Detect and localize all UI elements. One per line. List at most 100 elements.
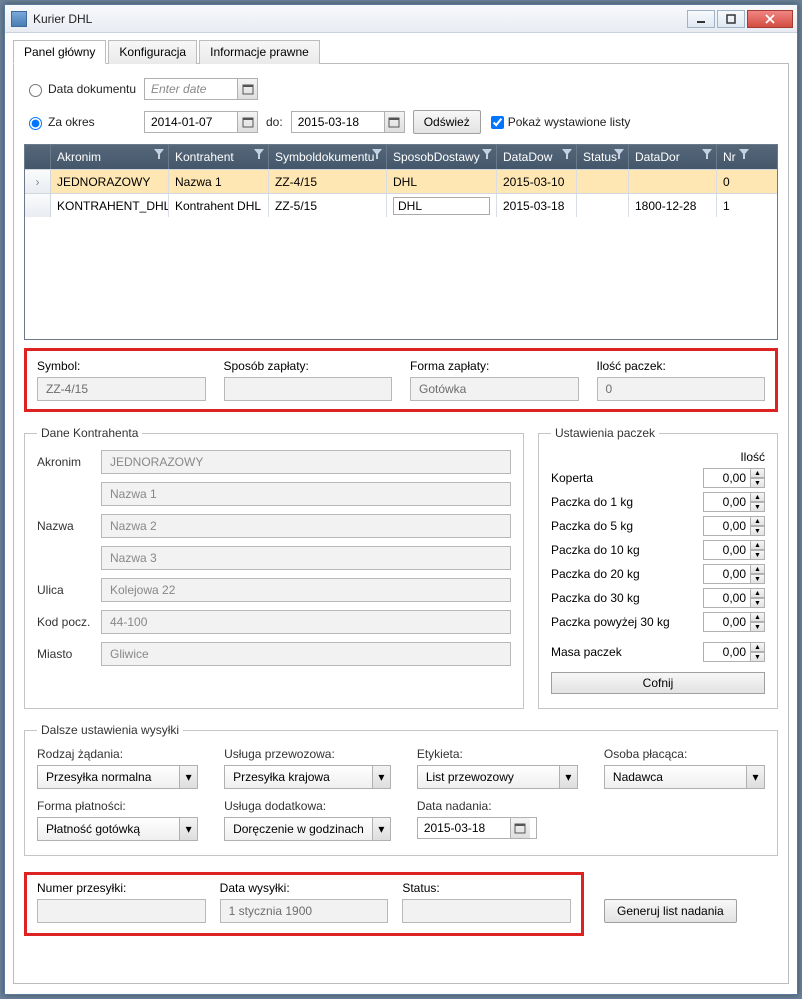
calendar-icon[interactable] — [510, 818, 530, 838]
col-sposob[interactable]: SposobDostawy — [387, 145, 497, 169]
filter-icon[interactable] — [154, 149, 164, 159]
labeltype-label: Etykieta: — [417, 747, 578, 761]
spin-up-icon[interactable]: ▲ — [751, 588, 765, 598]
mass-stepper[interactable]: ▲▼ — [703, 642, 765, 662]
col-kontrahent[interactable]: Kontrahent — [169, 145, 269, 169]
radio-docdate[interactable] — [29, 84, 42, 97]
table-row[interactable]: › JEDNORAZOWY Nazwa 1 ZZ-4/15 DHL 2015-0… — [25, 169, 777, 193]
pkg-item-label: Paczka powyżej 30 kg — [551, 615, 670, 629]
col-datadow[interactable]: DataDow — [497, 145, 577, 169]
reqtype-label: Rodzaj żądania: — [37, 747, 198, 761]
filter-icon[interactable] — [739, 149, 749, 159]
spin-up-icon[interactable]: ▲ — [751, 642, 765, 652]
spin-down-icon[interactable]: ▼ — [751, 652, 765, 662]
shippayform-combo[interactable]: Płatność gotówką▾ — [37, 817, 198, 841]
tab-main[interactable]: Panel główny — [13, 40, 106, 64]
col-datador[interactable]: DataDor — [629, 145, 717, 169]
spin-down-icon[interactable]: ▼ — [751, 526, 765, 536]
shipstatus-label: Status: — [402, 881, 571, 895]
spin-down-icon[interactable]: ▼ — [751, 574, 765, 584]
docdate-input[interactable] — [144, 78, 258, 100]
spin-down-icon[interactable]: ▼ — [751, 550, 765, 560]
close-button[interactable] — [747, 10, 793, 28]
pkg-row: Koperta▲▼ — [551, 468, 765, 488]
pkg-stepper[interactable]: ▲▼ — [703, 588, 765, 608]
filter-icon[interactable] — [614, 149, 624, 159]
filter-icon[interactable] — [562, 149, 572, 159]
labeltype-combo[interactable]: List przewozowy▾ — [417, 765, 578, 789]
packages-fieldset: Ustawienia paczek Ilość Koperta▲▼Paczka … — [538, 426, 778, 709]
chevron-down-icon[interactable]: ▾ — [372, 818, 390, 840]
pkg-stepper[interactable]: ▲▼ — [703, 540, 765, 560]
tab-legal[interactable]: Informacje prawne — [199, 40, 320, 64]
docdate-field[interactable] — [145, 79, 237, 99]
pkg-stepper[interactable]: ▲▼ — [703, 492, 765, 512]
filter-icon[interactable] — [482, 149, 492, 159]
spin-up-icon[interactable]: ▲ — [751, 564, 765, 574]
refresh-button[interactable]: Odśwież — [413, 110, 481, 134]
shipdate-label: Data wysyłki: — [220, 881, 389, 895]
service-combo[interactable]: Przesyłka krajowa▾ — [224, 765, 391, 789]
date-from-input[interactable] — [144, 111, 258, 133]
col-akronim[interactable]: Akronim — [51, 145, 169, 169]
docdate-label: Data dokumentu — [48, 82, 144, 96]
shippayform-label: Forma płatności: — [37, 799, 198, 813]
calendar-icon[interactable] — [237, 112, 257, 132]
chevron-down-icon[interactable]: ▾ — [179, 766, 197, 788]
addon-combo[interactable]: Doręczenie w godzinach▾ — [224, 817, 391, 841]
spin-up-icon[interactable]: ▲ — [751, 516, 765, 526]
reqtype-combo[interactable]: Przesyłka normalna▾ — [37, 765, 198, 789]
spin-up-icon[interactable]: ▲ — [751, 540, 765, 550]
shipping-fieldset: Dalsze ustawienia wysyłki Rodzaj żądania… — [24, 723, 778, 856]
minimize-button[interactable] — [687, 10, 715, 28]
spin-down-icon[interactable]: ▼ — [751, 502, 765, 512]
senddate-input[interactable] — [417, 817, 537, 839]
calendar-icon[interactable] — [384, 112, 404, 132]
payer-label: Osoba płacąca: — [604, 747, 765, 761]
maximize-button[interactable] — [717, 10, 745, 28]
spin-up-icon[interactable]: ▲ — [751, 468, 765, 478]
pkg-stepper[interactable]: ▲▼ — [703, 516, 765, 536]
pkg-stepper[interactable]: ▲▼ — [703, 468, 765, 488]
chevron-down-icon[interactable]: ▾ — [372, 766, 390, 788]
shipnum-label: Numer przesyłki: — [37, 881, 206, 895]
col-symbol[interactable]: Symboldokumentu — [269, 145, 387, 169]
spin-up-icon[interactable]: ▲ — [751, 612, 765, 622]
col-status[interactable]: Status — [577, 145, 629, 169]
spin-up-icon[interactable]: ▲ — [751, 492, 765, 502]
symbol-value: ZZ-4/15 — [37, 377, 206, 401]
tab-config[interactable]: Konfiguracja — [108, 40, 197, 64]
undo-button[interactable]: Cofnij — [551, 672, 765, 694]
packages-legend: Ustawienia paczek — [551, 426, 659, 440]
date-to-field[interactable] — [292, 112, 384, 132]
date-from-field[interactable] — [145, 112, 237, 132]
pkg-item-label: Paczka do 1 kg — [551, 495, 633, 509]
chevron-down-icon[interactable]: ▾ — [559, 766, 577, 788]
spin-down-icon[interactable]: ▼ — [751, 598, 765, 608]
payform-value: Gotówka — [410, 377, 579, 401]
chevron-down-icon[interactable]: ▾ — [746, 766, 764, 788]
pkg-stepper[interactable]: ▲▼ — [703, 612, 765, 632]
table-row[interactable]: KONTRAHENT_DHL Kontrahent DHL ZZ-5/15 20… — [25, 193, 777, 217]
filter-icon[interactable] — [254, 149, 264, 159]
spin-down-icon[interactable]: ▼ — [751, 622, 765, 632]
pkg-stepper[interactable]: ▲▼ — [703, 564, 765, 584]
spin-down-icon[interactable]: ▼ — [751, 478, 765, 488]
filter-icon[interactable] — [372, 149, 382, 159]
ulica-field: Kolejowa 22 — [101, 578, 511, 602]
chevron-down-icon[interactable]: ▾ — [179, 818, 197, 840]
payer-combo[interactable]: Nadawca▾ — [604, 765, 765, 789]
generate-button[interactable]: Generuj list nadania — [604, 899, 737, 923]
symbol-label: Symbol: — [37, 359, 206, 373]
kod-label: Kod pocz. — [37, 615, 101, 629]
akronim-label: Akronim — [37, 455, 101, 469]
cell-sposob-editable[interactable] — [387, 194, 497, 217]
filter-icon[interactable] — [702, 149, 712, 159]
show-issued-checkbox[interactable] — [491, 116, 504, 129]
col-nr[interactable]: Nr — [717, 145, 753, 169]
nazwa2-field: Nazwa 2 — [101, 514, 511, 538]
pkg-row: Paczka do 1 kg ▲▼ — [551, 492, 765, 512]
radio-period[interactable] — [29, 117, 42, 130]
date-to-input[interactable] — [291, 111, 405, 133]
calendar-icon[interactable] — [237, 79, 257, 99]
